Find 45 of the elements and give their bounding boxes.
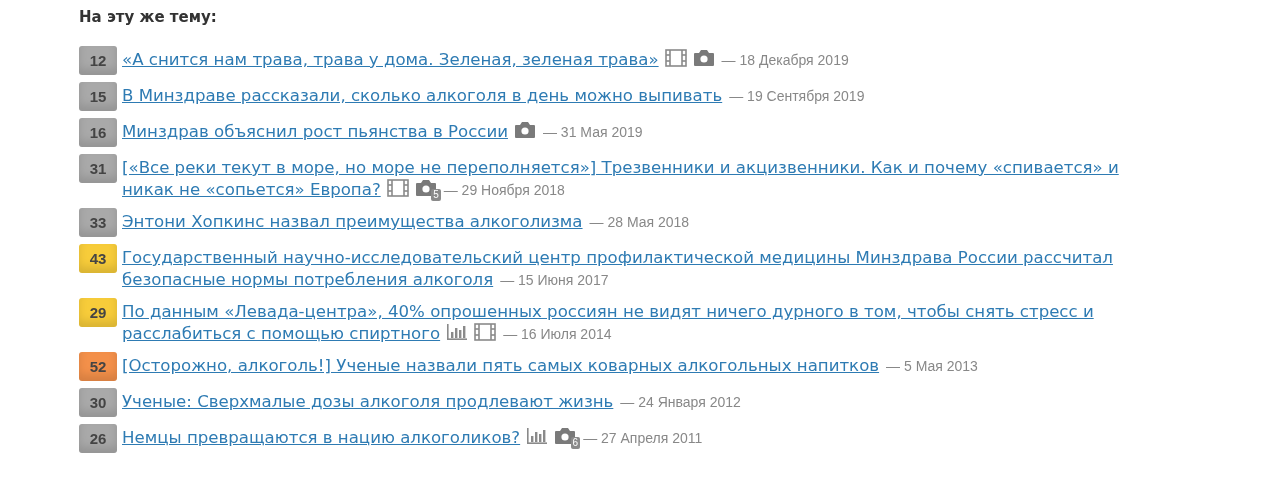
article-date: — 24 Января 2012 <box>620 394 741 410</box>
article-link[interactable]: В Минздраве рассказали, сколько алкоголя в день можно выпивать <box>122 86 723 105</box>
camera-icon <box>514 121 536 139</box>
article-link[interactable]: «А снится нам трава, трава у дома. Зеленая, зеленая трава» <box>122 50 659 69</box>
article-date: — 29 Ноября 2018 <box>443 182 565 198</box>
article-link[interactable]: Государственный научно-исследовательский центр профилактической медицины Минздрава России рассчитал <box>122 248 1113 267</box>
article-date: — 5 Мая 2013 <box>886 358 978 374</box>
article-date: — 28 Мая 2018 <box>589 214 690 230</box>
article-link[interactable]: никак не «сопьется» Европа? <box>122 180 381 199</box>
article-date: — 15 Июня 2017 <box>500 272 609 288</box>
count-badge: 31 <box>79 154 117 183</box>
article-link[interactable]: По данным «Левада-центра», 40% опрошенных россиян не видят ничего дурного в том, чтобы снять стресс и <box>122 302 1094 321</box>
article-date: — 18 Декабря 2019 <box>721 52 849 68</box>
count-badge: 26 <box>79 424 117 453</box>
film-icon <box>664 49 687 67</box>
article-link[interactable]: Энтони Хопкинс назвал преимущества алкоголизма <box>122 212 583 231</box>
article-link[interactable]: Ученые: Сверхмалые дозы алкоголя продлевают жизнь <box>122 392 614 411</box>
camera-icon <box>554 427 577 445</box>
article-link[interactable]: Немцы превращаются в нацию алкоголиков? <box>122 428 521 447</box>
count-badge: 30 <box>79 388 117 417</box>
count-badge: 15 <box>79 82 117 111</box>
section-heading: На эту же тему: <box>79 8 218 26</box>
article-link[interactable]: безопасные нормы потребления алкоголя <box>122 270 494 289</box>
count-badge: 52 <box>79 352 117 381</box>
count-badge: 43 <box>79 244 117 273</box>
count-badge: 29 <box>79 298 117 327</box>
bar-chart-icon <box>446 323 469 341</box>
camera-icon <box>692 49 715 67</box>
camera-icon <box>414 179 437 197</box>
count-badge: 33 <box>79 208 117 237</box>
photo-count: 5 <box>431 189 441 201</box>
article-link[interactable]: расслабиться с помощью спиртного <box>122 324 441 343</box>
film-icon <box>474 323 497 341</box>
article-date: — 16 Июля 2014 <box>503 326 612 342</box>
photo-count: 6 <box>570 437 581 449</box>
article-date: — 31 Мая 2019 <box>543 124 643 140</box>
count-badge: 16 <box>79 118 117 147</box>
article-date: — 19 Сентября 2019 <box>729 88 865 104</box>
film-icon <box>386 179 409 197</box>
article-link[interactable]: Минздрав объяснил рост пьянства в России <box>122 122 508 141</box>
bar-chart-icon <box>526 427 549 445</box>
article-link[interactable]: [Осторожно, алкоголь!] Ученые назвали пять самых коварных алкогольных напитков <box>122 356 880 375</box>
article-link[interactable]: [«Все реки текут в море, но море не переполняется»] Трезвенники и акцизвенники. Как и почему «спивается» и <box>122 158 1119 177</box>
count-badge: 12 <box>79 46 117 75</box>
article-date: — 27 Апреля 2011 <box>583 430 703 446</box>
